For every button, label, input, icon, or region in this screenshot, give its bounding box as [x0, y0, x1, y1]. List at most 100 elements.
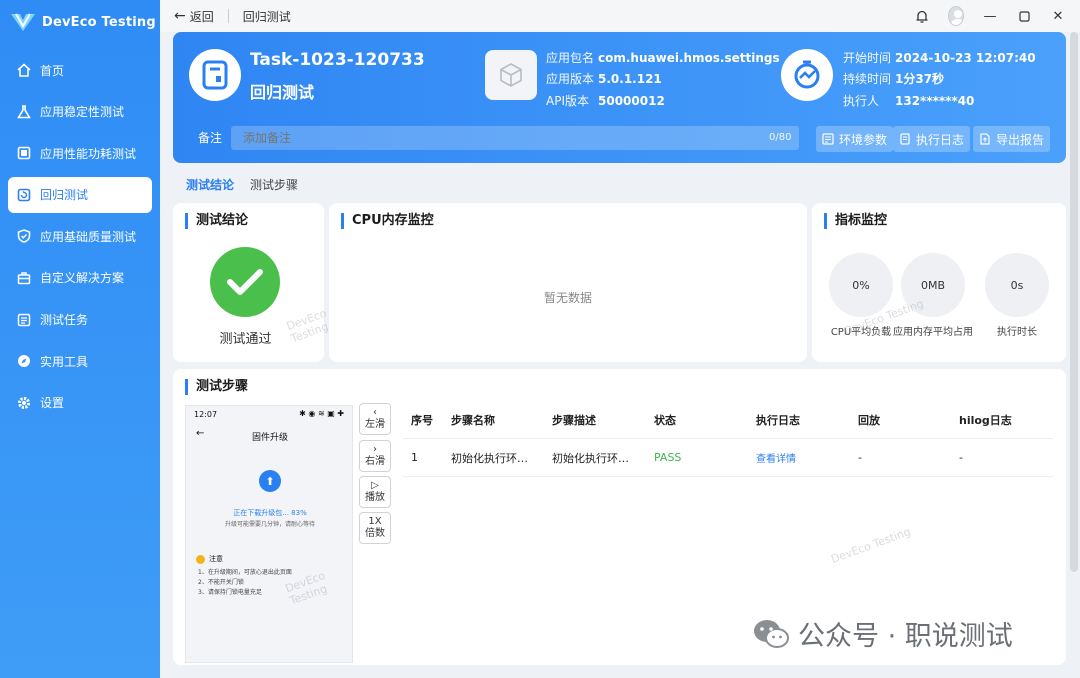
phone-progress-text: 正在下载升级包... 83% [233, 509, 307, 517]
phone-note-title: 注意 [209, 555, 223, 563]
back-button[interactable]: ← 返回 [174, 8, 214, 25]
divider [227, 9, 229, 23]
device-screenshot: 12:07 ✱ ◉ ≋ ▣ ✚ ← 固件升级 ⬆ 正在下载升级包... 83% … [185, 405, 353, 663]
sidebar-item-regression[interactable]: 回归测试 [8, 176, 152, 213]
col-step-desc: 步骤描述 [552, 413, 596, 427]
col-replay: 回放 [858, 413, 880, 427]
phone-note-item: 3、请保持门锁电量充足 [198, 589, 262, 596]
package-name: 应用包名 com.huawei.hmos.settings [546, 49, 780, 66]
speed-button[interactable]: 1X 倍数 [359, 512, 391, 544]
metrics-card: 指标监控 0% CPU平均负载 0MB 应用内存平均占用 0s 执行时长 Dev… [812, 203, 1066, 362]
sidebar-item-stability[interactable]: 应用稳定性测试 [8, 94, 152, 130]
result-card: 测试结论 测试通过 DevEco Testing [173, 203, 330, 362]
performance-icon [16, 145, 32, 161]
maximize-icon[interactable] [1016, 8, 1032, 24]
deveco-logo-icon [11, 13, 35, 31]
avatar[interactable] [948, 6, 964, 26]
package-value: com.huawei.hmos.settings [598, 51, 780, 65]
content-tabs: 测试结论 测试步骤 [186, 176, 298, 197]
sidebar-item-label: 回归测试 [40, 188, 89, 203]
user-avatar-icon [948, 6, 964, 26]
list-icon [16, 312, 32, 328]
gear-icon [16, 395, 32, 411]
bell-icon[interactable] [914, 8, 930, 24]
arrow-left-icon: ← [174, 8, 186, 24]
no-data-text: 暂无数据 [543, 291, 592, 305]
close-icon[interactable]: ✕ [1050, 8, 1066, 24]
sidebar-item-settings[interactable]: 设置 [8, 385, 152, 421]
start-label: 开始时间 [843, 51, 892, 65]
sidebar-item-quality[interactable]: 应用基础质量测试 [8, 218, 152, 254]
sidebar-item-tools[interactable]: 实用工具 [8, 343, 152, 379]
play-icon: ▷ [371, 480, 379, 491]
package-cube-icon [485, 50, 537, 100]
version-value: 5.0.1.121 [598, 72, 662, 86]
phone-note: 注意 [196, 554, 223, 564]
shield-check-icon [16, 228, 32, 244]
sidebar-item-performance[interactable]: 应用性能功耗测试 [8, 135, 152, 171]
swipe-left-label: 左滑 [365, 419, 385, 430]
wechat-account-text: 公众号 · 职说测试 [798, 621, 1013, 652]
start-time: 开始时间 2024-10-23 12:07:40 [843, 49, 1036, 66]
steps-card-title: 测试步骤 [185, 379, 248, 395]
chevron-left-icon: ‹ [373, 407, 377, 418]
play-button[interactable]: ▷ 播放 [359, 476, 391, 508]
task-id: Task-1023-120733 [250, 50, 425, 70]
row-step-name: 初始化执行环… [451, 451, 528, 465]
sidebar-item-custom[interactable]: 自定义解决方案 [8, 260, 152, 296]
cpu-card-title: CPU内存监控 [341, 213, 434, 229]
env-params-button[interactable]: 环境参数 [816, 126, 894, 152]
tab-steps[interactable]: 测试步骤 [250, 176, 298, 197]
sidebar: DevEco Testing 首页 应用稳定性测试 应用性能功耗测试 回归测试 … [0, 0, 160, 678]
remark-input[interactable] [231, 126, 799, 150]
sidebar-item-label: 应用基础质量测试 [40, 229, 137, 244]
swipe-left-button[interactable]: ‹ 左滑 [359, 403, 391, 435]
window-controls: — ✕ [914, 6, 1066, 26]
tab-conclusion[interactable]: 测试结论 [186, 176, 234, 197]
cpu-avg-metric: 0% [829, 253, 893, 317]
phone-note-item: 2、不能开关门锁 [198, 579, 244, 586]
phone-note-item: 1、在升级期间，可放心退出此页面 [198, 569, 292, 576]
chevron-right-icon: › [373, 444, 377, 455]
app-logo: DevEco Testing [0, 0, 160, 44]
remark-char-count: 0/80 [769, 132, 792, 143]
api-version: API版本 50000012 [546, 92, 665, 109]
vertical-scrollbar[interactable] [1070, 32, 1078, 572]
sidebar-item-tasks[interactable]: 测试任务 [8, 302, 152, 338]
col-no: 序号 [411, 413, 433, 427]
phone-status-icons: ✱ ◉ ≋ ▣ ✚ [299, 409, 344, 418]
export-report-label: 导出报告 [996, 132, 1045, 147]
wechat-icon [754, 619, 789, 648]
col-exec-log: 执行日志 [756, 413, 800, 427]
exec-log-button[interactable]: 执行日志 [893, 126, 971, 152]
play-label: 播放 [365, 492, 385, 503]
table-row[interactable]: 1 初始化执行环… 初始化执行环… PASS 查看详情 - - [403, 439, 1053, 477]
steps-table: 序号 步骤名称 步骤描述 状态 执行日志 回放 hilog日志 1 初始化执行环… [403, 401, 1053, 477]
home-icon [16, 62, 32, 78]
table-header: 序号 步骤名称 步骤描述 状态 执行日志 回放 hilog日志 [403, 401, 1053, 439]
sidebar-item-home[interactable]: 首页 [8, 52, 152, 88]
duration-metric: 0s [985, 253, 1049, 317]
top-bar: ← 返回 回归测试 — ✕ [160, 0, 1080, 32]
exec-log-label: 执行日志 [916, 132, 965, 147]
row-hilog: - [959, 451, 963, 464]
row-step-desc: 初始化执行环… [552, 451, 629, 465]
flask-icon [16, 104, 32, 120]
minimize-icon[interactable]: — [982, 8, 998, 24]
col-hilog: hilog日志 [959, 413, 1012, 427]
task-document-icon [189, 49, 241, 101]
package-label: 应用包名 [546, 51, 595, 65]
compass-icon [16, 353, 32, 369]
export-icon [979, 133, 991, 145]
duration-value: 1分37秒 [895, 72, 945, 86]
view-details-link[interactable]: 查看详情 [756, 454, 796, 465]
wechat-footer: 公众号 · 职说测试 [752, 614, 1013, 653]
api-value: 50000012 [598, 94, 665, 108]
task-header-card: Task-1023-120733 回归测试 应用包名 com.huawei.hmo… [173, 32, 1066, 163]
env-params-label: 环境参数 [839, 132, 888, 147]
phone-sub-text: 升级可能需要几分钟，请耐心等待 [224, 521, 315, 528]
back-label: 返回 [189, 9, 214, 24]
swipe-right-button[interactable]: › 右滑 [359, 440, 391, 472]
phone-time: 12:07 [194, 410, 218, 419]
export-report-button[interactable]: 导出报告 [973, 126, 1051, 152]
